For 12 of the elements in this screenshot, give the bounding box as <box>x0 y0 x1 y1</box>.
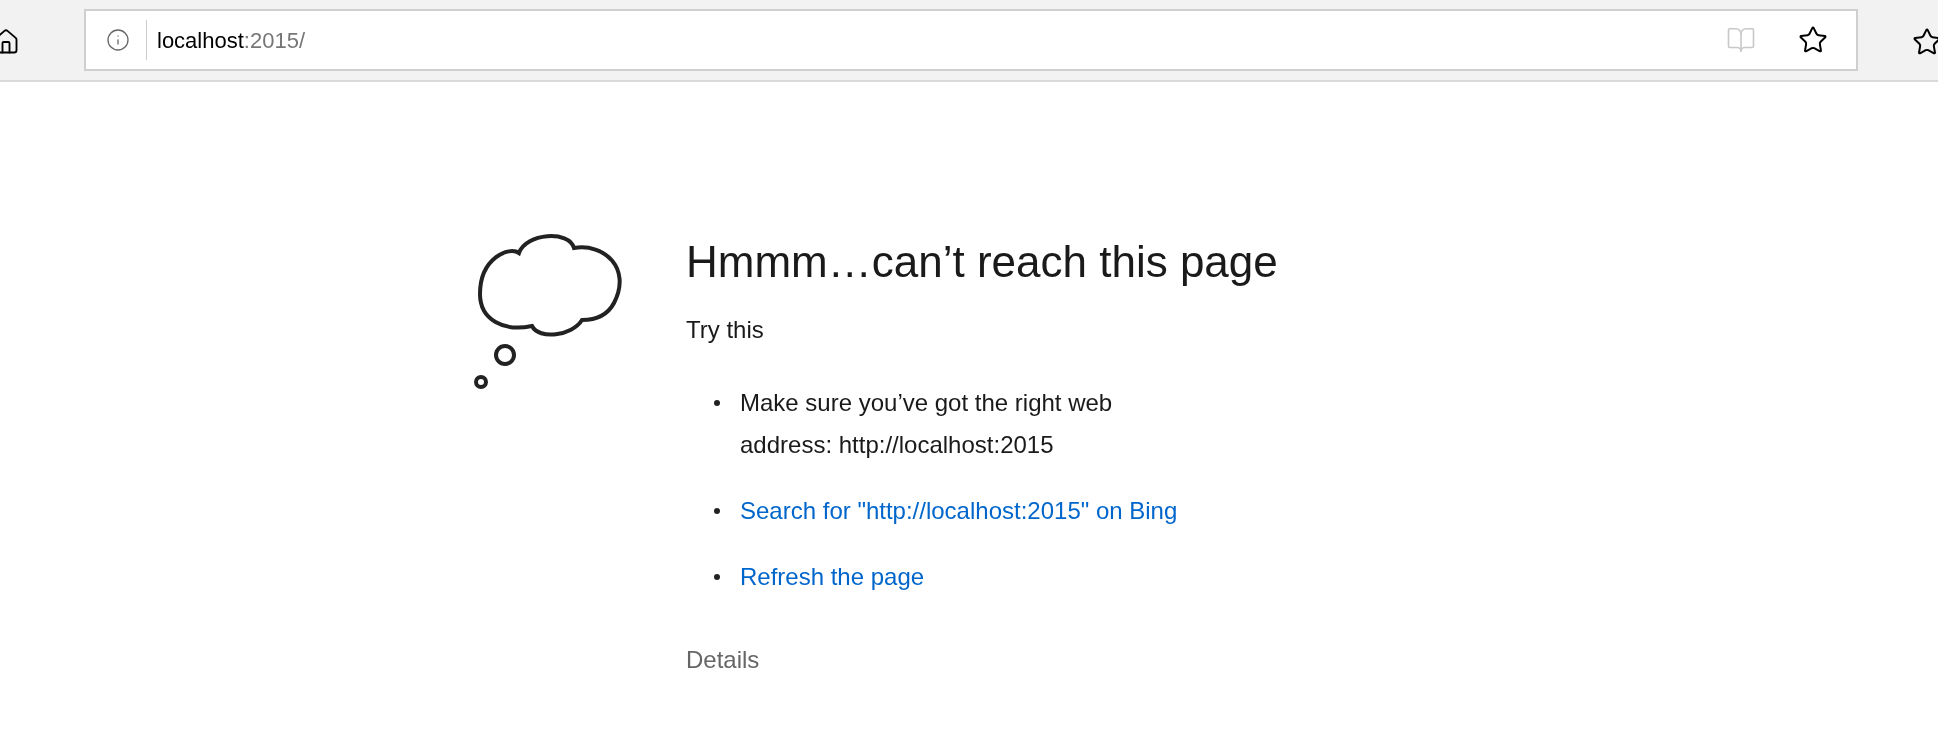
suggestion-link[interactable]: Refresh the page <box>740 556 925 598</box>
home-icon[interactable] <box>0 28 20 56</box>
favorites-list-icon[interactable] <box>1912 27 1938 57</box>
details-toggle[interactable]: Details <box>686 642 1278 678</box>
suggestion-link[interactable]: Search for "http://localhost:2015" on Bing <box>740 490 1178 532</box>
suggestion-text: Make sure you’ve got the right web address: http://localhost:2015 <box>740 388 1114 460</box>
error-heading: Hmmm…can’t reach this page <box>686 236 1278 288</box>
try-this-label: Try this <box>686 315 765 345</box>
url-text: localhost:2015/ <box>157 26 305 55</box>
favorite-star-icon[interactable] <box>1798 25 1828 55</box>
address-bar[interactable]: localhost:2015/ <box>84 9 1858 71</box>
info-icon[interactable] <box>106 28 130 52</box>
